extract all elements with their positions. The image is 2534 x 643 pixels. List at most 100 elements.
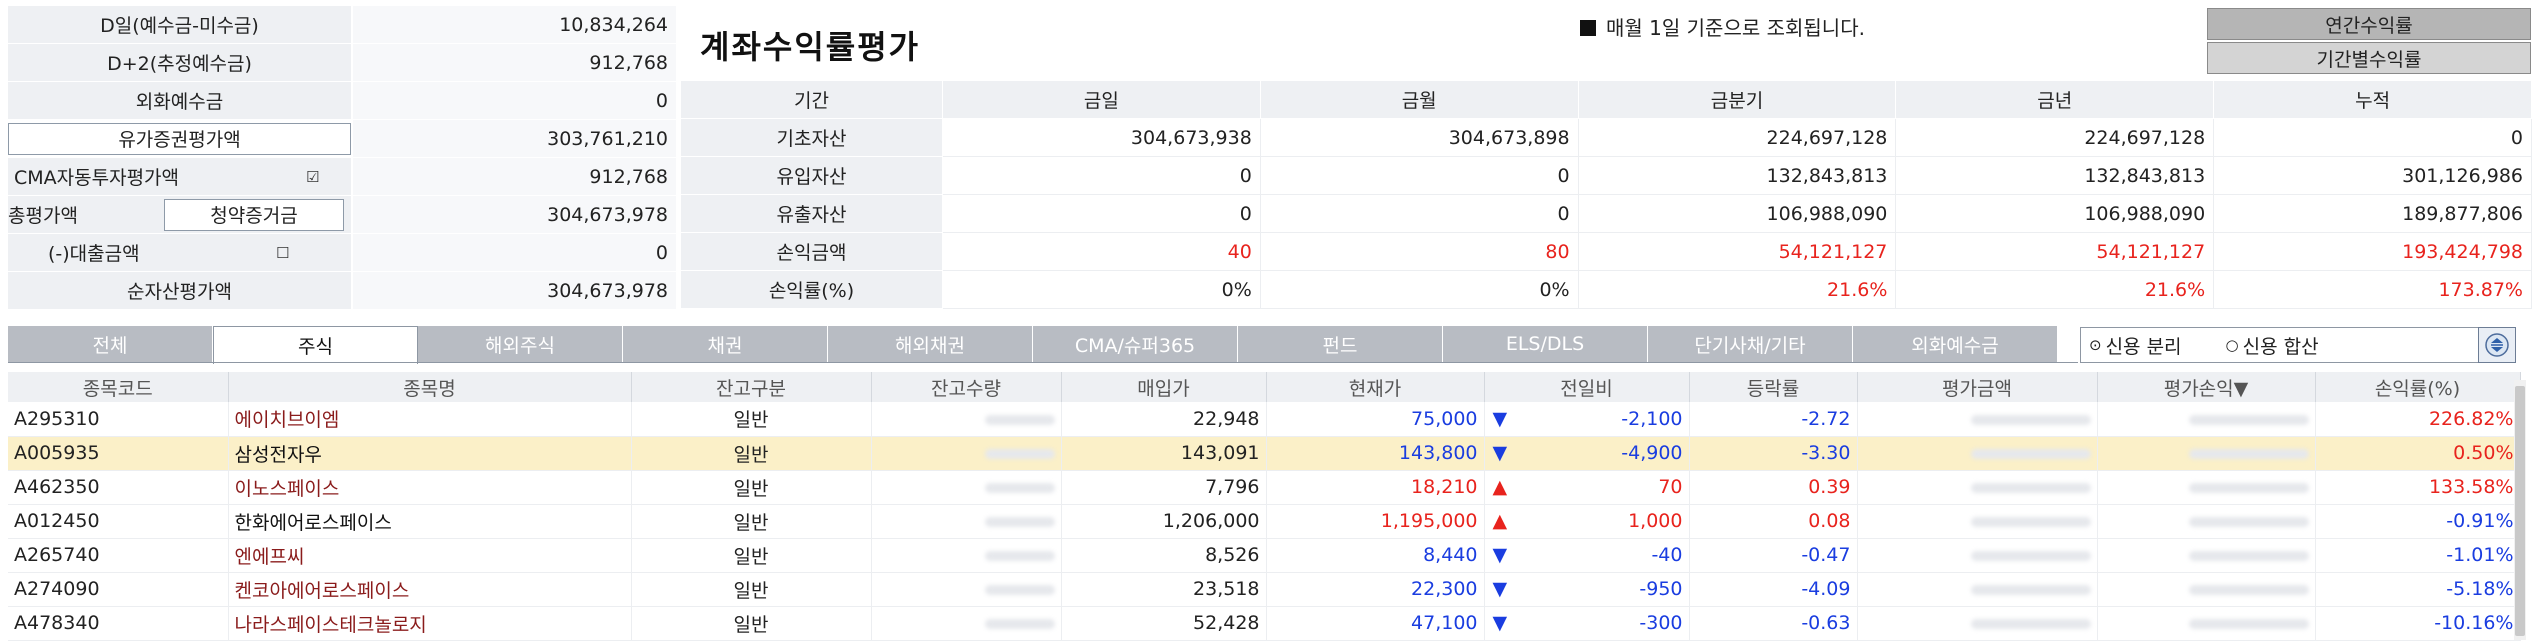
pl-rate: -1.01% bbox=[2315, 538, 2521, 573]
summary-label: D일(예수금-미수금) bbox=[8, 6, 353, 43]
quantity-cell bbox=[871, 402, 1062, 437]
annual-return-button[interactable]: 연간수익률 bbox=[2207, 8, 2531, 40]
eval-cell: 21.6% bbox=[1895, 270, 2215, 309]
balance-type: 일반 bbox=[631, 572, 872, 607]
col-header-balance-type[interactable]: 잔고구분 bbox=[631, 372, 872, 402]
credit-combined-radio[interactable]: ○ 신용 합산 bbox=[2226, 332, 2319, 359]
col-header-quantity[interactable]: 잔고수량 bbox=[871, 372, 1062, 402]
summary-row-securities: 유가증권평가액 303,761,210 bbox=[8, 120, 676, 158]
col-header-code[interactable]: 종목코드 bbox=[8, 372, 229, 402]
balance-type: 일반 bbox=[631, 402, 872, 437]
summary-row-net-asset: 순자산평가액 304,673,978 bbox=[8, 272, 676, 310]
eval-row-label: 손익률(%) bbox=[680, 270, 943, 309]
stock-code: A462350 bbox=[8, 470, 229, 505]
eval-row-base-asset: 기초자산 304,673,938 304,673,898 224,697,128… bbox=[680, 118, 2532, 157]
holdings-grid: 종목코드 종목명 잔고구분 잔고수량 매입가 현재가 전일비 등락률 평가금액 … bbox=[8, 372, 2521, 641]
eval-header-cell: 금분기 bbox=[1577, 80, 1897, 119]
up-arrow-icon: ▲ bbox=[1492, 510, 1508, 532]
table-row[interactable]: A005935 삼성전자우 일반 143,091 143,800 ▼ -4,900 -3.30… bbox=[8, 436, 2521, 471]
col-header-change[interactable]: 전일비 bbox=[1484, 372, 1690, 402]
summary-value: 912,768 bbox=[353, 44, 676, 81]
eval-cell: 193,424,798 bbox=[2213, 232, 2532, 271]
tab-all[interactable]: 전체 bbox=[8, 326, 213, 362]
eval-pl bbox=[2097, 402, 2316, 437]
col-header-pl-rate[interactable]: 손익률(%) bbox=[2315, 372, 2521, 402]
eval-cell: 0 bbox=[942, 194, 1261, 233]
subscription-margin-button[interactable]: 청약증거금 bbox=[164, 198, 344, 231]
eval-cell: 40 bbox=[942, 232, 1261, 271]
summary-label: 순자산평가액 bbox=[8, 272, 353, 309]
down-arrow-icon: ▼ bbox=[1492, 578, 1508, 600]
summary-row-d2: D+2(추정예수금) 912,768 bbox=[8, 44, 676, 82]
col-header-buy-price[interactable]: 매입가 bbox=[1061, 372, 1267, 402]
table-row[interactable]: A478340 나라스페이스테크놀로지 일반 52,428 47,100 ▼ -300 -0.… bbox=[8, 606, 2521, 641]
summary-value: 0 bbox=[353, 82, 676, 119]
col-header-name[interactable]: 종목명 bbox=[228, 372, 632, 402]
eval-row-pl-amount: 손익금액 40 80 54,121,127 54,121,127 193,424… bbox=[680, 232, 2532, 271]
change-cell: ▼ -950 bbox=[1484, 572, 1690, 607]
up-arrow-icon: ▲ bbox=[1492, 476, 1508, 498]
period-return-button[interactable]: 기간별수익률 bbox=[2207, 42, 2531, 74]
summary-row-total: 총평가액 청약증거금 304,673,978 bbox=[8, 196, 676, 234]
pl-rate: 133.58% bbox=[2315, 470, 2521, 505]
credit-separate-radio[interactable]: ⊙ 신용 분리 bbox=[2089, 332, 2182, 359]
stock-name: 에이치브이엠 bbox=[228, 402, 632, 437]
table-row[interactable]: A274090 켄코아에어로스페이스 일반 23,518 22,300 ▼ -950 -4.0… bbox=[8, 572, 2521, 607]
tab-overseas-stocks[interactable]: 해외주식 bbox=[418, 326, 623, 362]
change-value: 1,000 bbox=[1628, 510, 1683, 532]
eval-cell: 0 bbox=[942, 156, 1261, 195]
summary-label: (-)대출금액 bbox=[48, 243, 140, 265]
tab-short-term-bonds[interactable]: 단기사채/기타 bbox=[1648, 326, 1853, 362]
current-price: 8,440 bbox=[1266, 538, 1485, 573]
eval-amount bbox=[1857, 470, 2098, 505]
balance-type: 일반 bbox=[631, 606, 872, 641]
tab-cma[interactable]: CMA/슈퍼365 bbox=[1033, 326, 1238, 362]
table-row[interactable]: A265740 엔에프씨 일반 8,526 8,440 ▼ -40 -0.47 -1.01% bbox=[8, 538, 2521, 573]
tab-funds[interactable]: 펀드 bbox=[1238, 326, 1443, 362]
tab-overseas-bonds[interactable]: 해외채권 bbox=[828, 326, 1033, 362]
col-header-eval-amount[interactable]: 평가금액 bbox=[1857, 372, 2098, 402]
table-row[interactable]: A462350 이노스페이스 일반 7,796 18,210 ▲ 70 0.39 133.58% bbox=[8, 470, 2521, 505]
col-header-rate[interactable]: 등락률 bbox=[1689, 372, 1858, 402]
credit-option-group: ⊙ 신용 분리 ○ 신용 합산 bbox=[2080, 327, 2500, 363]
securities-valuation-button[interactable]: 유가증권평가액 bbox=[8, 122, 351, 155]
table-row[interactable]: A295310 에이치브이엠 일반 22,948 75,000 ▼ -2,100 -2.72 2… bbox=[8, 402, 2521, 437]
summary-value: 10,834,264 bbox=[353, 6, 676, 43]
eval-header-cell: 누적 bbox=[2213, 80, 2532, 119]
stock-name: 이노스페이스 bbox=[228, 470, 632, 505]
tab-els-dls[interactable]: ELS/DLS bbox=[1443, 326, 1648, 362]
buy-price: 22,948 bbox=[1061, 402, 1267, 437]
eval-cell: 0 bbox=[1259, 194, 1579, 233]
loan-checkbox[interactable]: ☐ bbox=[276, 244, 289, 262]
eval-header-cell: 기간 bbox=[680, 80, 943, 119]
eval-pl bbox=[2097, 572, 2316, 607]
summary-value: 912,768 bbox=[353, 158, 676, 195]
change-rate: 0.08 bbox=[1689, 504, 1858, 539]
redacted-value bbox=[2188, 414, 2309, 425]
change-rate: -0.47 bbox=[1689, 538, 1858, 573]
eval-cell: 54,121,127 bbox=[1577, 232, 1897, 271]
eval-cell: 224,697,128 bbox=[1577, 118, 1897, 157]
scrollbar-thumb[interactable] bbox=[2515, 386, 2525, 636]
tab-stocks[interactable]: 주식 bbox=[213, 326, 418, 364]
summary-row-loan: (-)대출금액 ☐ 0 bbox=[8, 234, 676, 272]
asset-type-tabs: 전체 주식 해외주식 채권 해외채권 CMA/슈퍼365 펀드 ELS/DLS … bbox=[8, 326, 2058, 364]
eval-pl bbox=[2097, 436, 2316, 471]
pl-rate: -0.91% bbox=[2315, 504, 2521, 539]
redacted-value bbox=[1970, 551, 2091, 561]
col-header-eval-pl[interactable]: 평가손익▼ bbox=[2097, 372, 2316, 402]
table-row[interactable]: A012450 한화에어로스페이스 일반 1,206,000 1,195,000 ▲ 1,0… bbox=[8, 504, 2521, 539]
balance-type: 일반 bbox=[631, 538, 872, 573]
tab-fx-deposit[interactable]: 외화예수금 bbox=[1853, 326, 2058, 362]
change-rate: -2.72 bbox=[1689, 402, 1858, 437]
balance-type: 일반 bbox=[631, 436, 872, 471]
cma-checkbox[interactable]: ☑ bbox=[306, 168, 319, 186]
tab-bonds[interactable]: 채권 bbox=[623, 326, 828, 362]
quantity-cell bbox=[871, 470, 1062, 505]
down-arrow-icon: ▼ bbox=[1492, 612, 1508, 634]
redacted-value bbox=[2188, 517, 2309, 527]
expand-toggle-button[interactable] bbox=[2478, 327, 2516, 363]
col-header-current-price[interactable]: 현재가 bbox=[1266, 372, 1485, 402]
down-arrow-icon: ▼ bbox=[1492, 544, 1508, 566]
eval-cell: 173.87% bbox=[2213, 270, 2532, 309]
